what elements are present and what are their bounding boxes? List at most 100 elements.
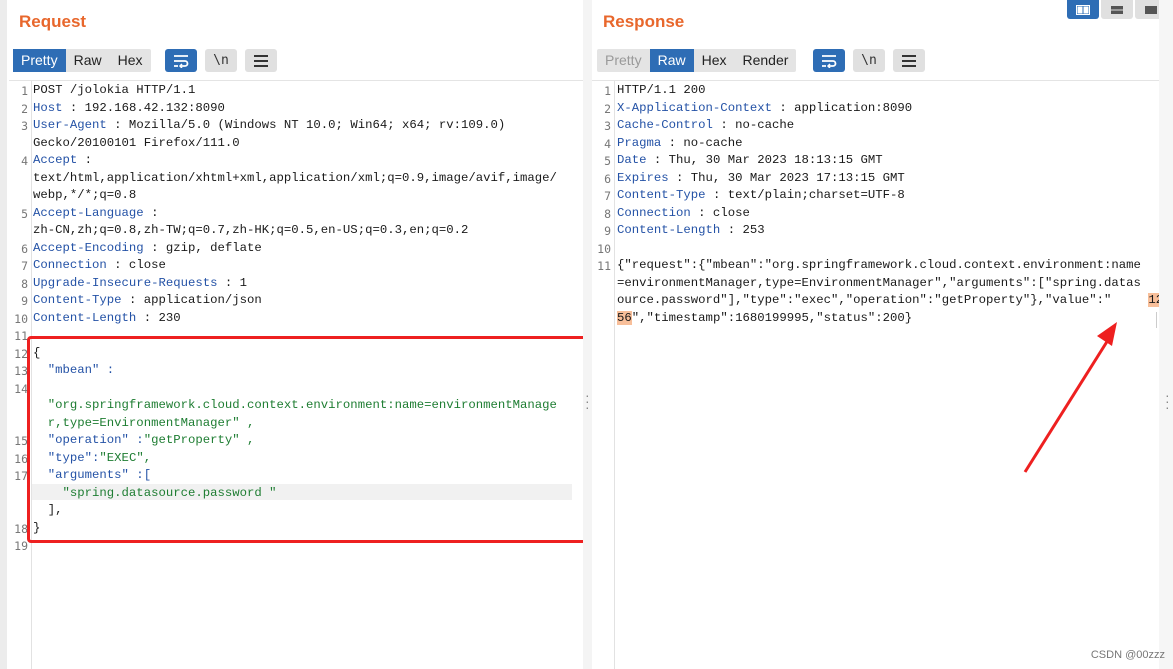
line-number: 6 bbox=[604, 171, 611, 186]
code-line: Content-Type : application/json bbox=[33, 292, 262, 310]
header-name: Accept-Language bbox=[33, 205, 144, 220]
code-line: X-Application-Context : application:8090 bbox=[617, 100, 912, 118]
code-text: =environmentManager,type=EnvironmentMana… bbox=[617, 275, 1141, 290]
tab-render[interactable]: Render bbox=[735, 49, 797, 72]
code-line: zh-CN,zh;q=0.8,zh-TW;q=0.7,zh-HK;q=0.5,e… bbox=[33, 222, 468, 240]
line-number: 12 bbox=[14, 346, 28, 361]
line-number: 3 bbox=[604, 119, 611, 133]
code-text: HTTP/1.1 200 bbox=[617, 83, 706, 97]
line-number: 16 bbox=[14, 451, 28, 466]
header-value: : application:8090 bbox=[771, 100, 913, 115]
code-line: text/html,application/xhtml+xml,applicat… bbox=[33, 170, 557, 188]
tab-pretty[interactable]: Pretty bbox=[13, 49, 66, 72]
request-title: Request bbox=[19, 12, 87, 31]
highlighted-value: 56 bbox=[617, 310, 632, 325]
tab-raw[interactable]: Raw bbox=[66, 49, 110, 72]
header-name: Content-Type bbox=[33, 293, 122, 307]
header-value: : Thu, 30 Mar 2023 18:13:15 GMT bbox=[646, 153, 883, 167]
header-name: Connection bbox=[617, 205, 691, 220]
split-vertical-icon[interactable] bbox=[1101, 0, 1133, 19]
newline-icon[interactable]: \n bbox=[853, 49, 885, 72]
header-value: : 1 bbox=[217, 275, 248, 290]
code-line: webp,*/*;q=0.8 bbox=[33, 187, 136, 205]
line-number: 14 bbox=[14, 381, 28, 396]
code-line: Accept : bbox=[33, 152, 92, 170]
code-line: 56","timestamp":1680199995,"status":200} bbox=[617, 310, 912, 328]
code-line: POST /jolokia HTTP/1.1 bbox=[33, 82, 195, 100]
line-number: 10 bbox=[14, 311, 28, 326]
code-line: Content-Length : 253 bbox=[617, 222, 765, 240]
header-value: : bbox=[77, 153, 93, 167]
wrap-icon[interactable] bbox=[165, 49, 197, 72]
line-number: 11 bbox=[597, 259, 611, 273]
line-number: 6 bbox=[21, 241, 28, 256]
tab-raw[interactable]: Raw bbox=[649, 49, 694, 72]
code-line: Accept-Language : bbox=[33, 205, 158, 223]
code-line: Connection : close bbox=[33, 257, 166, 275]
code-line: Connection : close bbox=[617, 205, 750, 223]
tab-hex[interactable]: Hex bbox=[694, 49, 735, 72]
line-number: 11 bbox=[14, 329, 28, 343]
header-name: Content-Length bbox=[617, 223, 721, 237]
header-name: X-Application-Context bbox=[617, 100, 772, 115]
header-name: Connection bbox=[33, 258, 107, 272]
header-name: Content-Length bbox=[33, 310, 137, 325]
drag-handle-icon[interactable]: · · · bbox=[1165, 388, 1170, 414]
line-number: 3 bbox=[21, 119, 28, 133]
response-right-border bbox=[1156, 312, 1157, 328]
watermark: CSDN @00zzz bbox=[1090, 649, 1165, 661]
header-value: : close bbox=[106, 258, 166, 272]
header-value: : 230 bbox=[136, 310, 181, 325]
right-edge bbox=[1159, 0, 1173, 669]
code-text: ource.password"],"type":"exec","operatio… bbox=[617, 293, 1149, 307]
pane-divider[interactable] bbox=[583, 0, 592, 669]
menu-icon[interactable] bbox=[245, 49, 277, 72]
code-line: {"request":{"mbean":"org.springframework… bbox=[617, 257, 1141, 275]
request-tabs: Pretty Raw Hex bbox=[13, 49, 151, 72]
line-number: 7 bbox=[604, 189, 611, 203]
header-value: : no-cache bbox=[712, 118, 795, 132]
newline-icon[interactable]: \n bbox=[205, 49, 237, 72]
response-tabs: Pretty Raw Hex Render bbox=[597, 49, 797, 72]
line-number: 8 bbox=[604, 206, 611, 221]
code-line: Gecko/20100101 Firefox/111.0 bbox=[33, 135, 240, 153]
header-value: : bbox=[143, 205, 159, 220]
header-name: Date bbox=[617, 153, 647, 167]
line-number: 19 bbox=[14, 539, 28, 553]
annotation-box bbox=[27, 336, 588, 543]
tab-pretty: Pretty bbox=[605, 52, 642, 68]
line-number: 4 bbox=[21, 154, 28, 168]
line-number: 1 bbox=[604, 84, 611, 98]
header-value: : Thu, 30 Mar 2023 17:13:15 GMT bbox=[668, 170, 905, 185]
wrap-icon[interactable] bbox=[813, 49, 845, 72]
header-name: Host bbox=[33, 100, 63, 115]
line-number: 17 bbox=[14, 469, 28, 483]
code-line: Expires : Thu, 30 Mar 2023 17:13:15 GMT bbox=[617, 170, 905, 188]
code-line: Date : Thu, 30 Mar 2023 18:13:15 GMT bbox=[617, 152, 883, 170]
line-number: 8 bbox=[21, 276, 28, 291]
header-value: : application/json bbox=[121, 293, 262, 307]
header-value: : text/plain;charset=UTF-8 bbox=[705, 188, 905, 202]
header-name: Accept bbox=[33, 153, 78, 167]
drag-handle-icon[interactable]: · · · bbox=[585, 388, 590, 414]
line-number: 7 bbox=[21, 259, 28, 273]
code-line: HTTP/1.1 200 bbox=[617, 82, 706, 100]
tab-hex[interactable]: Hex bbox=[110, 49, 151, 72]
header-name: Upgrade-Insecure-Requests bbox=[33, 275, 218, 290]
split-horizontal-icon[interactable] bbox=[1067, 0, 1099, 19]
response-title: Response bbox=[603, 12, 685, 31]
line-number: 2 bbox=[21, 101, 28, 116]
header-value: : gzip, deflate bbox=[143, 240, 262, 255]
code-line: Upgrade-Insecure-Requests : 1 bbox=[33, 275, 247, 293]
header-value: : no-cache bbox=[661, 135, 743, 150]
header-name: User-Agent bbox=[33, 118, 107, 132]
header-value: : 192.168.42.132:8090 bbox=[62, 100, 225, 115]
code-line: Host : 192.168.42.132:8090 bbox=[33, 100, 225, 118]
header-value: : Mozilla/5.0 (Windows NT 10.0; Win64; x… bbox=[106, 118, 506, 132]
line-number: 5 bbox=[604, 154, 611, 168]
menu-icon[interactable] bbox=[893, 49, 925, 72]
line-number: 9 bbox=[604, 224, 611, 238]
code-line: ource.password"],"type":"exec","operatio… bbox=[617, 292, 1173, 310]
layout-switch bbox=[1067, 0, 1167, 19]
code-line: =environmentManager,type=EnvironmentMana… bbox=[617, 275, 1141, 293]
